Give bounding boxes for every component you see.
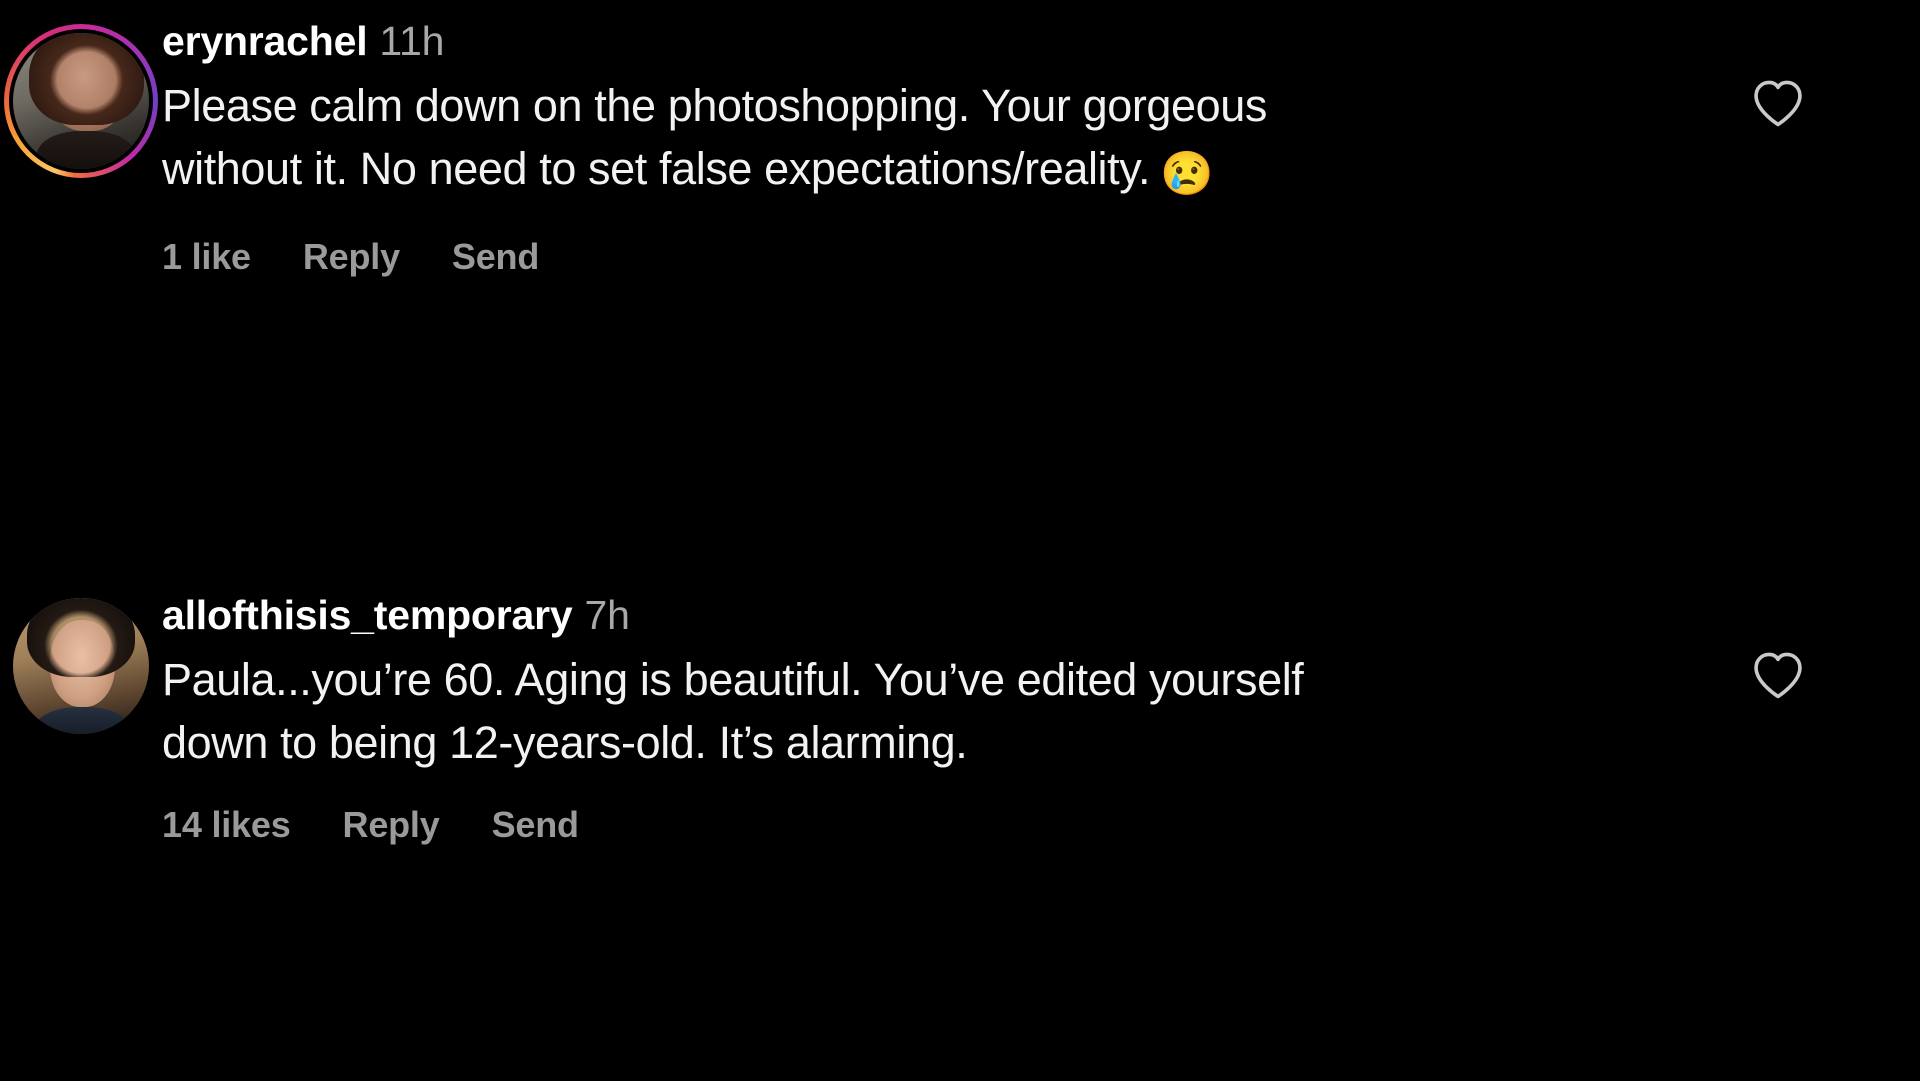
heart-outline-icon <box>1750 649 1806 701</box>
comment-timestamp: 7h <box>584 592 630 638</box>
avatar-wrapper <box>0 592 162 734</box>
reply-button[interactable]: Reply <box>303 236 400 278</box>
like-count-label[interactable]: 1 like <box>162 236 251 278</box>
heart-outline-icon <box>1750 77 1806 129</box>
comments-screen: erynrachel 11h Please calm down on the ph… <box>0 0 1920 1081</box>
avatar-image <box>13 598 149 734</box>
comment-timestamp: 11h <box>379 18 445 64</box>
story-ring <box>4 24 158 178</box>
avatar-wrapper <box>0 18 162 178</box>
comment-text-wrapper: Paula...you’re 60. Aging is beautiful. Y… <box>162 648 1352 774</box>
comment-header: allofthisis_temporary 7h <box>162 592 1920 640</box>
avatar[interactable] <box>13 598 149 734</box>
comment-actions: 14 likes Reply Send <box>162 804 1920 846</box>
send-button[interactable]: Send <box>492 804 579 846</box>
comment-item: erynrachel 11h Please calm down on the ph… <box>0 18 1920 278</box>
like-heart-button[interactable] <box>1747 72 1809 134</box>
send-button[interactable]: Send <box>452 236 539 278</box>
reply-button[interactable]: Reply <box>343 804 440 846</box>
comment-text: Paula...you’re 60. Aging is beautiful. Y… <box>162 653 1316 768</box>
comment-username[interactable]: allofthisis_temporary <box>162 592 573 638</box>
comment-actions: 1 like Reply Send <box>162 236 1920 278</box>
comment-text: Please calm down on the photoshopping. Y… <box>162 79 1280 194</box>
comment-header: erynrachel 11h <box>162 18 1920 66</box>
comment-item: allofthisis_temporary 7h Paula...you’re 6… <box>0 592 1920 846</box>
comment-username[interactable]: erynrachel <box>162 18 368 64</box>
avatar-ring-none <box>13 598 149 734</box>
crying-face-emoji: 😢 <box>1160 149 1214 198</box>
like-heart-button[interactable] <box>1747 644 1809 706</box>
comment-text-wrapper: Please calm down on the photoshopping. Y… <box>162 74 1352 206</box>
comment-body: allofthisis_temporary 7h Paula...you’re 6… <box>162 592 1920 846</box>
like-count-label[interactable]: 14 likes <box>162 804 291 846</box>
avatar[interactable] <box>9 29 153 173</box>
avatar-image <box>13 33 149 169</box>
comment-body: erynrachel 11h Please calm down on the ph… <box>162 18 1920 278</box>
